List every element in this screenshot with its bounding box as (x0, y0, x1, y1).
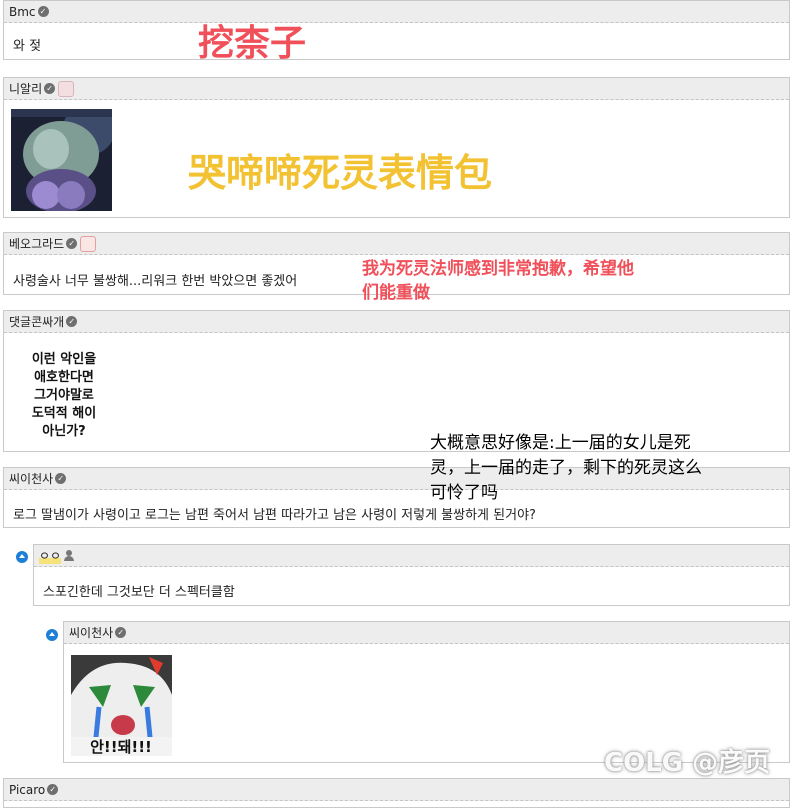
verified-icon: ✓ (115, 627, 127, 638)
overlay-line: 灵，上一届的走了，剩下的死灵这么 (430, 458, 702, 478)
overlay-line: 大概意思好像是:上一届的女儿是死 (430, 433, 691, 453)
member-icon (64, 550, 75, 561)
image-line: 이런 악인을 (31, 352, 97, 367)
image-line: 애호한다면 (34, 370, 94, 385)
collapse-reply-icon[interactable] (46, 629, 58, 641)
verified-icon: ✓ (37, 6, 49, 17)
comment-header: Bmc ✓ (4, 1, 789, 23)
image-line: 도덕적 해이 (31, 406, 97, 421)
overlay-caption-1: 挖柰子 (198, 23, 307, 64)
rabbit-badge-icon (58, 80, 75, 97)
character-badge-icon (80, 235, 97, 252)
image-caption: 안!!돼!!! (90, 738, 152, 756)
overlay-line: 们能重做 (362, 283, 430, 303)
collapse-reply-icon[interactable] (16, 551, 28, 563)
comment-text: 와 젖 (13, 39, 42, 54)
overlay-caption-4: 大概意思好像是:上一届的女儿是死 灵，上一届的走了，剩下的死灵这么 可怜了吗 (430, 431, 702, 506)
overlay-line: 我为死灵法师感到非常抱歉，希望他 (362, 259, 634, 279)
comment-header: Picaro ✓ (4, 779, 789, 801)
overlay-caption-2: 哭啼啼死灵表情包 (188, 151, 493, 195)
verified-icon: ✓ (44, 83, 56, 94)
verified-icon: ✓ (47, 784, 59, 795)
watermark: COLG @彦页 (604, 748, 771, 778)
comment-header: 니알리 ✓ (4, 78, 789, 100)
comment-header: 베오그라드 ✓ (4, 233, 789, 255)
verified-icon: ✓ (66, 238, 78, 249)
overlay-line: 可怜了吗 (430, 483, 498, 503)
comment-image-dark-character[interactable] (11, 109, 112, 211)
image-line: 그거야말로 (34, 388, 94, 403)
comment-header: 씨이천사 ✓ (64, 622, 789, 644)
comment-header: ㅇㅇ (34, 545, 789, 567)
username[interactable]: 씨이천사 (69, 624, 113, 641)
comment-header: 댓글콘싸개 ✓ (4, 311, 789, 333)
username[interactable]: Picaro (9, 783, 45, 797)
comment-8: Picaro ✓ (3, 778, 790, 808)
image-line: 아닌가? (42, 424, 86, 439)
comment-text: 스포긴한데 그것보단 더 스펙터클함 (43, 585, 235, 600)
username[interactable]: 댓글콘싸개 (9, 313, 64, 330)
username[interactable]: 니알리 (9, 80, 42, 97)
username[interactable]: 씨이천사 (9, 470, 53, 487)
reply-1: ㅇㅇ 스포긴한데 그것보단 더 스펙터클함 (33, 544, 790, 606)
comment-image-crying-character[interactable]: 안!!돼!!! (71, 655, 172, 756)
comment-text: 사령술사 너무 불쌍해...리워크 한번 박았으면 좋겠어 (13, 274, 298, 289)
username[interactable]: ㅇㅇ (39, 547, 62, 564)
comment-image-text[interactable]: 이런 악인을 애호한다면 그거야말로 도덕적 해이 아닌가? (14, 351, 114, 441)
comment-text: 로그 딸냄이가 사령이고 로그는 남편 죽어서 남편 따라가고 남은 사령이 저… (13, 508, 536, 523)
comment-1: Bmc ✓ 와 젖 (3, 0, 790, 60)
username[interactable]: 베오그라드 (9, 235, 64, 252)
username[interactable]: Bmc (9, 5, 36, 19)
verified-icon: ✓ (55, 473, 67, 484)
overlay-caption-3: 我为死灵法师感到非常抱歉，希望他 们能重做 (362, 257, 634, 305)
verified-icon: ✓ (66, 316, 78, 327)
